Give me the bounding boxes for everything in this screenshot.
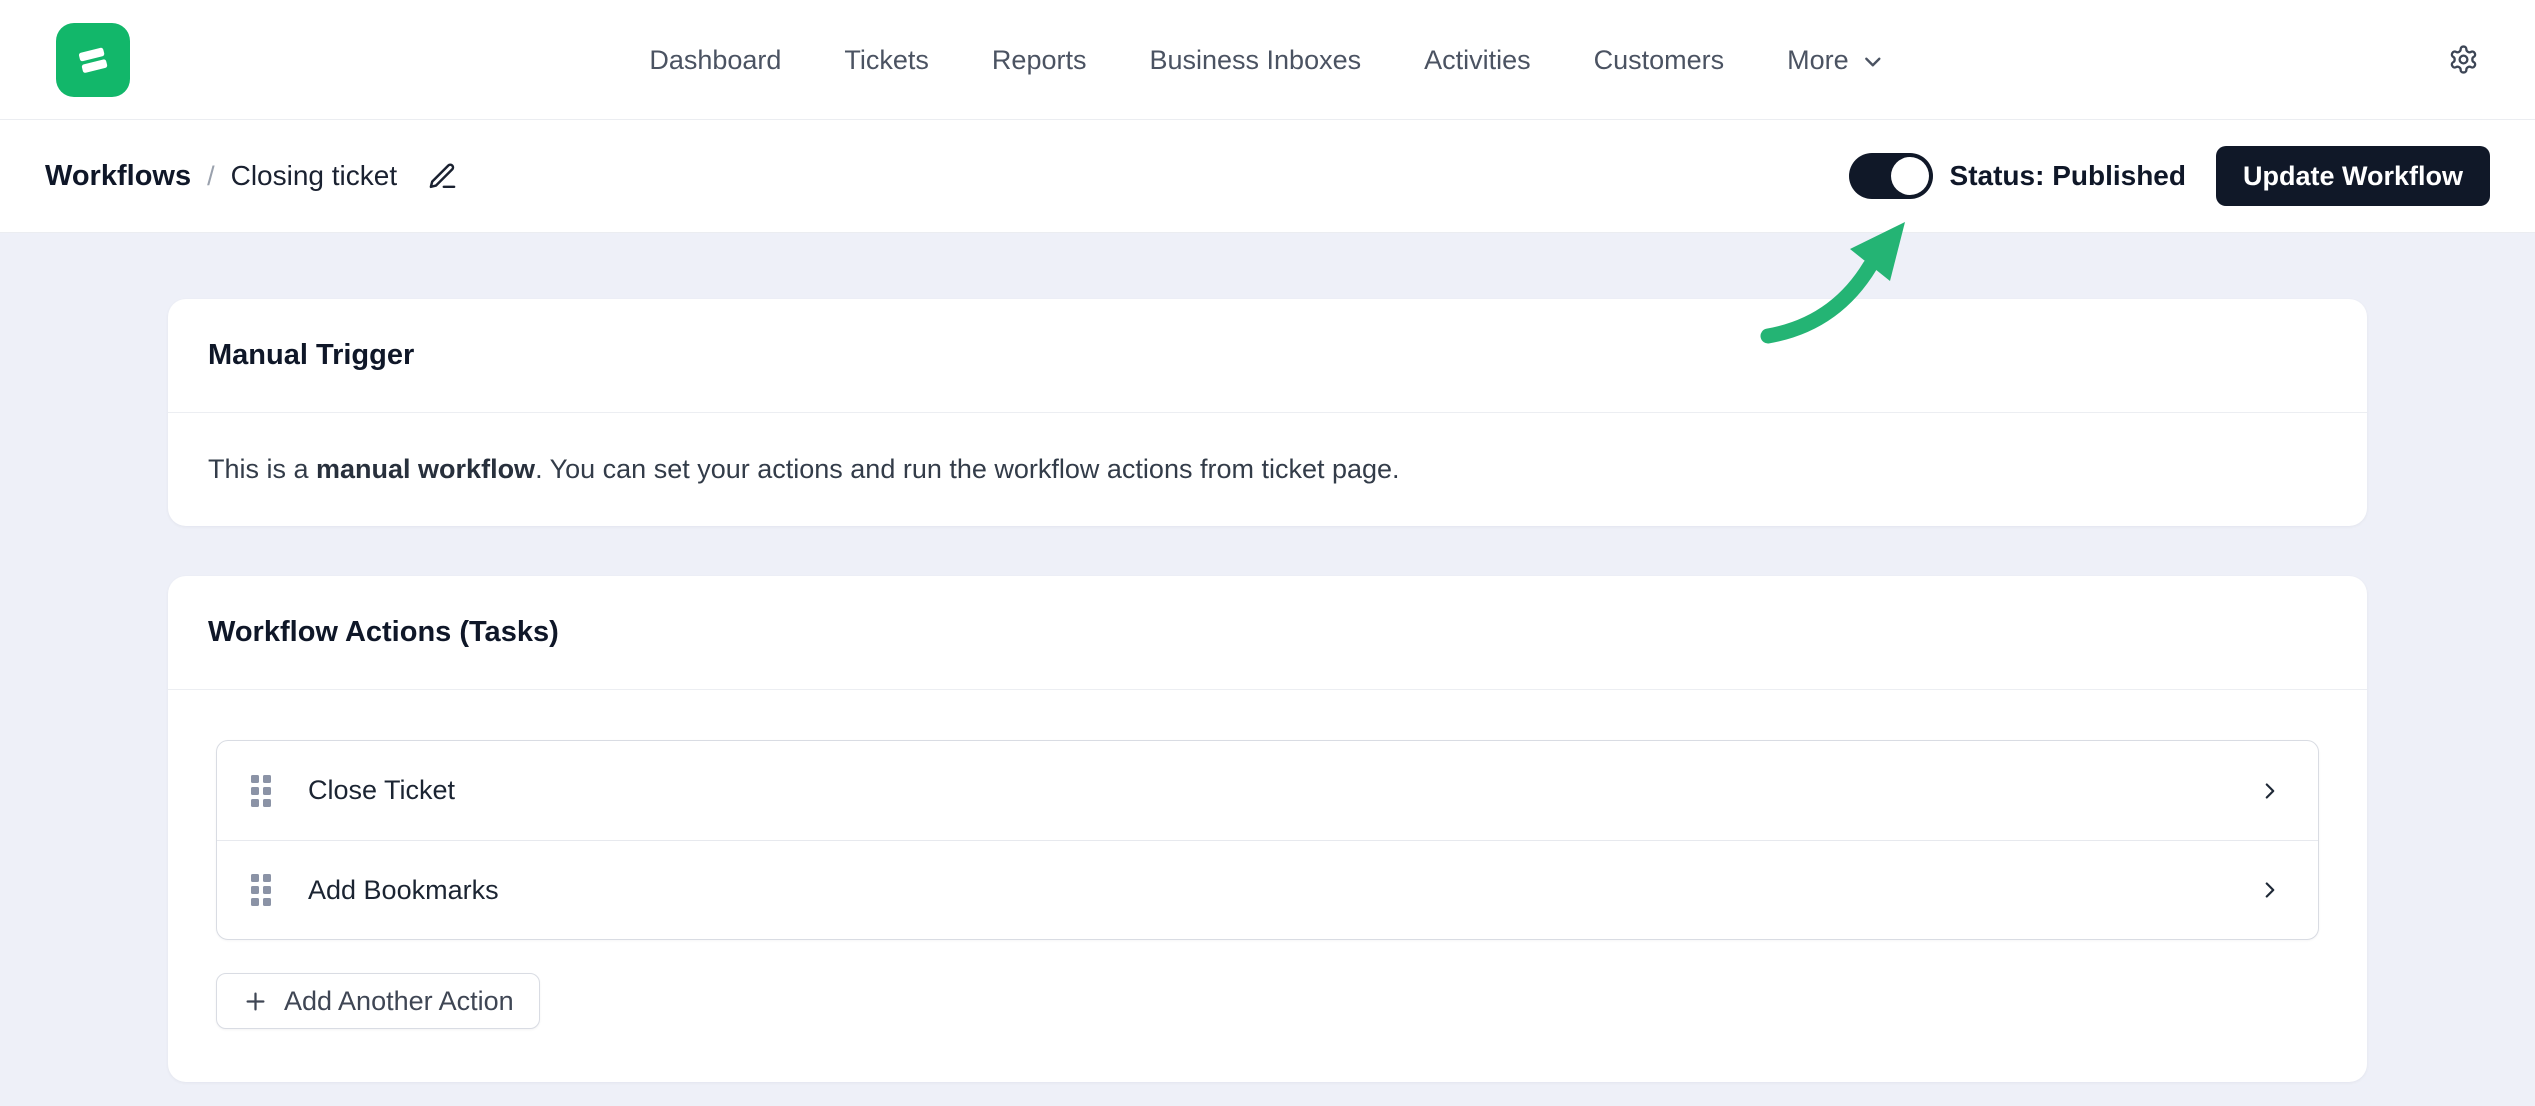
plus-icon bbox=[242, 988, 269, 1015]
manual-trigger-card-header: Manual Trigger bbox=[168, 299, 2367, 413]
nav-item-reports[interactable]: Reports bbox=[992, 45, 1087, 76]
action-label: Add Bookmarks bbox=[308, 875, 499, 906]
nav-item-customers[interactable]: Customers bbox=[1594, 45, 1725, 76]
app-logo[interactable] bbox=[56, 23, 130, 97]
settings-button[interactable] bbox=[2448, 44, 2479, 75]
nav-item-tickets[interactable]: Tickets bbox=[844, 45, 929, 76]
manual-trigger-description: This is a manual workflow. You can set y… bbox=[168, 413, 2367, 526]
main-menu: Dashboard Tickets Reports Business Inbox… bbox=[649, 0, 1885, 120]
action-label: Close Ticket bbox=[308, 775, 455, 806]
workflow-header-bar: Workflows / Closing ticket Status: Publi… bbox=[0, 120, 2535, 233]
top-navigation-bar: Dashboard Tickets Reports Business Inbox… bbox=[0, 0, 2535, 120]
workflow-actions-card-header: Workflow Actions (Tasks) bbox=[168, 576, 2367, 690]
nav-item-activities[interactable]: Activities bbox=[1424, 45, 1531, 76]
chevron-down-icon bbox=[1860, 49, 1886, 75]
breadcrumb-separator: / bbox=[207, 161, 215, 192]
nav-item-dashboard[interactable]: Dashboard bbox=[649, 45, 781, 76]
update-workflow-button[interactable]: Update Workflow bbox=[2216, 146, 2490, 206]
action-row-add-bookmarks[interactable]: Add Bookmarks bbox=[217, 840, 2318, 939]
gear-icon bbox=[2448, 44, 2479, 75]
fluent-support-logo-icon bbox=[69, 36, 117, 84]
workflow-actions-card: Workflow Actions (Tasks) Close Ticket bbox=[168, 576, 2367, 1082]
edit-workflow-title-button[interactable] bbox=[427, 161, 458, 192]
chevron-right-icon[interactable] bbox=[2257, 778, 2283, 804]
pencil-icon bbox=[427, 161, 458, 192]
add-another-action-label: Add Another Action bbox=[284, 986, 514, 1017]
workflow-header-controls: Status: Published Update Workflow bbox=[1849, 146, 2490, 206]
publish-toggle-knob bbox=[1891, 157, 1929, 195]
workflow-title: Closing ticket bbox=[231, 160, 398, 192]
add-another-action-button[interactable]: Add Another Action bbox=[216, 973, 540, 1029]
drag-handle-icon[interactable] bbox=[250, 873, 272, 907]
workflow-actions-title: Workflow Actions (Tasks) bbox=[208, 616, 559, 649]
trigger-description-prefix: This is a bbox=[208, 454, 316, 484]
trigger-description-bold: manual workflow bbox=[316, 454, 535, 484]
breadcrumb-workflows-link[interactable]: Workflows bbox=[45, 160, 191, 193]
nav-item-more[interactable]: More bbox=[1787, 45, 1886, 76]
status-label: Status: Published bbox=[1950, 160, 2186, 192]
action-list: Close Ticket Ad bbox=[216, 740, 2319, 940]
trigger-description-suffix: . You can set your actions and run the w… bbox=[535, 454, 1399, 484]
nav-more-label: More bbox=[1787, 45, 1849, 76]
manual-trigger-card: Manual Trigger This is a manual workflow… bbox=[168, 299, 2367, 526]
publish-toggle[interactable] bbox=[1849, 153, 1933, 199]
drag-handle-icon[interactable] bbox=[250, 774, 272, 808]
manual-trigger-title: Manual Trigger bbox=[208, 339, 414, 372]
action-row-close-ticket[interactable]: Close Ticket bbox=[217, 741, 2318, 840]
workflow-editor-content: Manual Trigger This is a manual workflow… bbox=[0, 233, 2535, 1082]
breadcrumb: Workflows / Closing ticket bbox=[45, 160, 458, 193]
nav-item-business-inboxes[interactable]: Business Inboxes bbox=[1149, 45, 1361, 76]
chevron-right-icon[interactable] bbox=[2257, 877, 2283, 903]
workflow-actions-body: Close Ticket Ad bbox=[168, 690, 2367, 1082]
